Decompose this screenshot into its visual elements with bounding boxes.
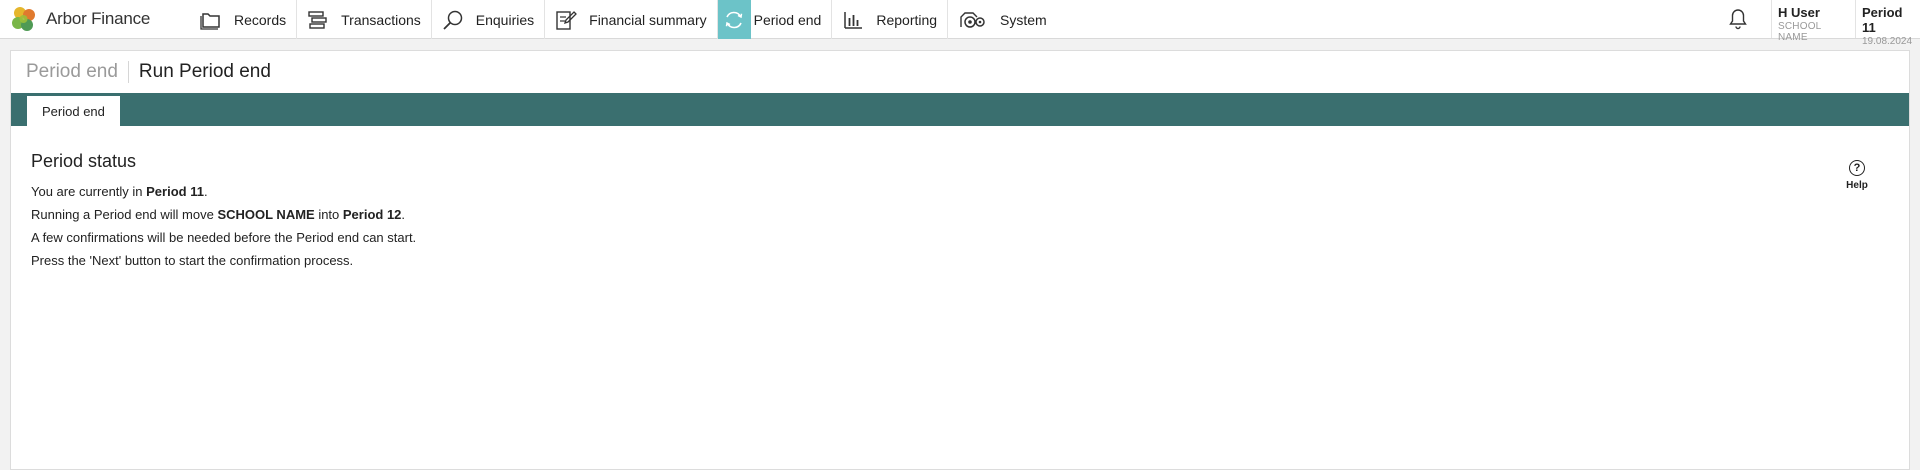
top-nav-bar: Arbor Finance Records Transactions Enqui…: [0, 0, 1920, 47]
nav-label-financial-summary: Financial summary: [589, 11, 707, 28]
nav-label-system: System: [1000, 11, 1047, 28]
breadcrumb[interactable]: Period end: [26, 61, 129, 83]
nav-item-system[interactable]: System: [948, 0, 1057, 39]
period-indicator[interactable]: Period 11 19.08.2024: [1855, 0, 1920, 47]
text: into: [314, 207, 343, 222]
status-line-move: Running a Period end will move SCHOOL NA…: [31, 208, 1889, 222]
text: Running a Period end will move: [31, 207, 218, 222]
period-status-section: Period status You are currently in Perio…: [11, 126, 1909, 302]
refresh-icon: [717, 0, 751, 39]
nav-label-enquiries: Enquiries: [475, 11, 535, 28]
text: You are currently in: [31, 184, 147, 199]
user-school: SCHOOL NAME: [1778, 21, 1822, 43]
school-name-value: SCHOOL NAME: [217, 207, 315, 222]
nav-label-reporting: Reporting: [876, 11, 938, 28]
nav-item-financial-summary[interactable]: Financial summary: [545, 0, 718, 39]
status-line-current: You are currently in Period 11.: [31, 185, 1889, 199]
nav-item-enquiries[interactable]: Enquiries: [432, 0, 546, 39]
bell-icon: [1729, 9, 1747, 30]
current-period-value: Period 11: [146, 184, 204, 199]
stack-icon: [307, 9, 329, 31]
page-title: Run Period end: [138, 61, 271, 82]
search-icon: [442, 9, 464, 31]
current-period: Period 11: [1862, 5, 1903, 35]
help-label: Help: [1846, 180, 1868, 191]
help-button[interactable]: ? Help: [1837, 160, 1877, 191]
user-name: H User: [1778, 5, 1820, 20]
help-icon: ?: [1849, 160, 1865, 176]
bar-chart-icon: [842, 9, 864, 31]
clipboard-edit-icon: [555, 9, 578, 31]
notifications-button[interactable]: [1723, 0, 1753, 38]
app-name: Arbor Finance: [46, 9, 151, 28]
section-title: Period status: [31, 151, 137, 171]
arbor-logo-icon: [12, 7, 35, 31]
tab-period-end[interactable]: Period end: [27, 96, 120, 126]
current-date: 19.08.2024: [1862, 36, 1913, 47]
nav-item-reporting[interactable]: Reporting: [832, 0, 949, 39]
status-line-instructions: Press the 'Next' button to start the con…: [31, 253, 354, 268]
text: .: [401, 207, 406, 222]
page-header: Period end Run Period end: [11, 51, 1909, 93]
nav-label-transactions: Transactions: [341, 11, 421, 28]
nav-label-records: Records: [234, 11, 287, 28]
status-line-confirmations: A few confirmations will be needed befor…: [31, 230, 417, 245]
tab-bar: Period end: [11, 93, 1909, 126]
nav-item-period-end[interactable]: Period end: [717, 0, 833, 39]
nav-item-records[interactable]: Records: [190, 0, 298, 39]
cogs-icon: [958, 9, 988, 31]
next-period-value: Period 12: [342, 207, 402, 222]
main-panel: Period end Run Period end Period end Per…: [10, 50, 1910, 470]
user-menu[interactable]: H User SCHOOL NAME: [1771, 0, 1855, 43]
main-nav: Records Transactions Enquiries Financial…: [190, 0, 1057, 39]
nav-item-transactions[interactable]: Transactions: [297, 0, 432, 39]
text: .: [203, 184, 208, 199]
nav-label-period-end: Period end: [753, 11, 822, 28]
brand[interactable]: Arbor Finance: [0, 0, 190, 38]
folder-icon: [200, 9, 222, 31]
nav-right: H User SCHOOL NAME Period 11 19.08.2024: [1723, 0, 1920, 47]
